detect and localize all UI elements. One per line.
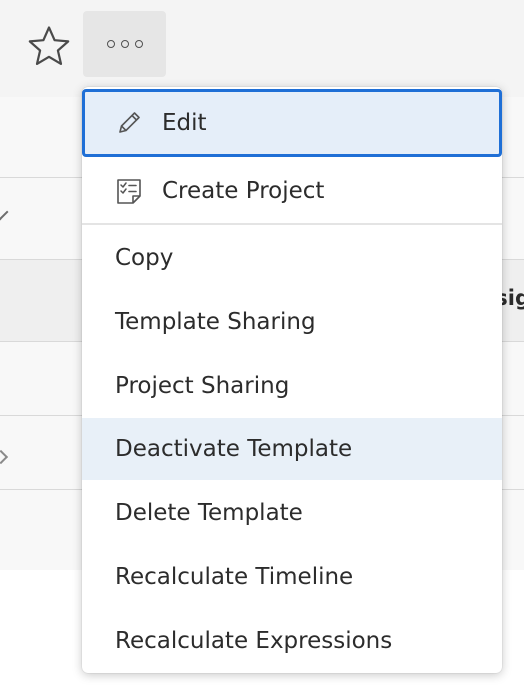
menu-item-template-sharing[interactable]: Template Sharing: [82, 290, 502, 354]
menu-item-project-sharing[interactable]: Project Sharing: [82, 354, 502, 418]
menu-item-edit[interactable]: Edit: [82, 89, 502, 157]
menu-item-label: Deactivate Template: [115, 436, 353, 462]
menu-item-deactivate-template[interactable]: Deactivate Template: [82, 418, 502, 480]
menu-item-label: Recalculate Timeline: [115, 564, 354, 590]
pencil-icon: [115, 109, 143, 137]
favorite-button[interactable]: [26, 24, 72, 68]
menu-item-delete-template[interactable]: Delete Template: [82, 481, 502, 545]
star-icon: [28, 26, 70, 65]
menu-item-label: Project Sharing: [115, 373, 290, 399]
menu-item-label: Edit: [162, 110, 207, 136]
menu-item-recalculate-expressions[interactable]: Recalculate Expressions: [82, 609, 502, 673]
menu-item-label: Delete Template: [115, 500, 303, 526]
more-horizontal-icon: [104, 40, 146, 48]
menu-item-label: Recalculate Expressions: [115, 628, 393, 654]
menu-item-label: Copy: [115, 245, 174, 271]
menu-item-label: Template Sharing: [115, 309, 316, 335]
more-actions-button[interactable]: [83, 11, 166, 77]
menu-item-recalculate-timeline[interactable]: Recalculate Timeline: [82, 545, 502, 609]
checklist-document-icon: [115, 177, 143, 205]
page-header-band: [0, 0, 524, 97]
menu-item-copy[interactable]: Copy: [82, 226, 502, 290]
menu-item-label: Create Project: [162, 178, 325, 204]
menu-divider: [82, 223, 502, 225]
actions-menu: Edit Create Project Copy Template Sharin…: [82, 87, 502, 673]
menu-item-create-project[interactable]: Create Project: [82, 159, 502, 223]
